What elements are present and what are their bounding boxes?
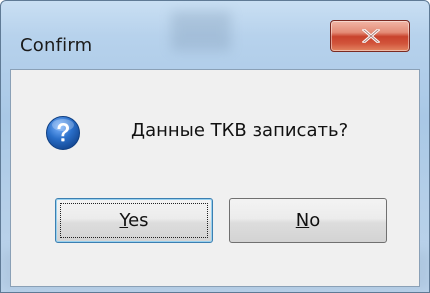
- close-x-icon: [362, 29, 380, 43]
- dialog-message: Данные ТКВ записать?: [131, 120, 349, 141]
- question-icon: [46, 116, 80, 150]
- dialog-window: Confirm Данные ТКВ записать? Yes No: [0, 0, 430, 293]
- no-button-label: No: [295, 210, 321, 231]
- close-button[interactable]: [330, 20, 410, 52]
- yes-button[interactable]: Yes: [55, 198, 213, 243]
- no-button[interactable]: No: [229, 198, 387, 243]
- title-bar[interactable]: Confirm: [1, 1, 429, 65]
- focus-rectangle: [60, 203, 208, 238]
- dialog-body: Данные ТКВ записать? Yes No: [10, 69, 420, 287]
- window-title: Confirm: [20, 35, 93, 56]
